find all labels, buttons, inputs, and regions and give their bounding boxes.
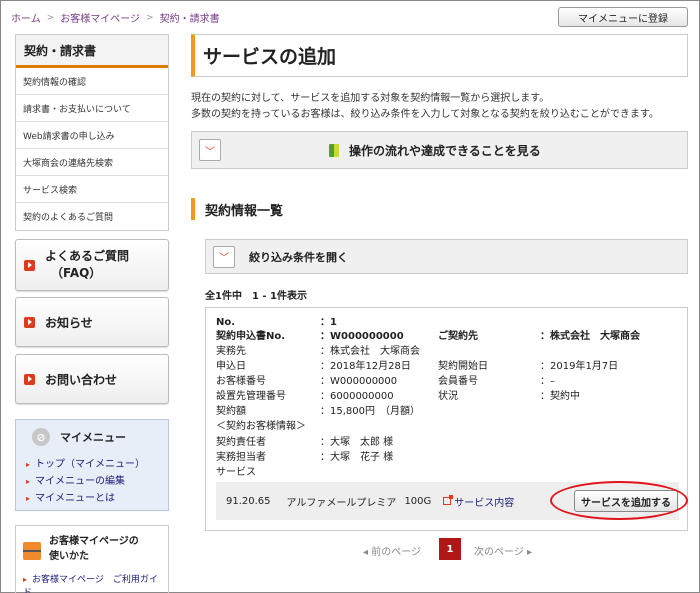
contract-card: No. ：1 契約申込書No. ：W000000000 ご契約先 ：株式会社 大… (205, 307, 688, 531)
faq-label-sub: （FAQ） (51, 266, 102, 280)
apply-date-value: ：2018年12月28日 (320, 361, 411, 372)
filter-toggle[interactable]: ﹀ 絞り込み条件を開く (205, 239, 688, 274)
start-date-label: 契約開始日 (438, 361, 488, 372)
responsible-label: 契約責任者 (216, 437, 266, 448)
faq-button[interactable]: よくあるご質問 （FAQ） (15, 239, 169, 291)
service-code: 91.20.65 (226, 495, 271, 507)
chevron-down-icon[interactable]: ﹀ (199, 139, 221, 161)
service-detail-link[interactable]: サービス内容 (443, 494, 514, 509)
sidebar-item-invoice[interactable]: 請求書・お支払いについて (16, 95, 168, 122)
arrow-right-icon (24, 373, 35, 385)
paperclip-icon: ⊘ (32, 428, 50, 446)
amount-value: ：15,800円 （月額） (320, 406, 420, 417)
service-row: 91.20.65 アルファメールプレミア 100G サービス内容 サービスを追加… (216, 482, 679, 520)
customer-value: ：株式会社 大塚商会 (540, 331, 640, 342)
status-value: ：契約中 (540, 391, 580, 402)
sidebar-item-contract-info[interactable]: 契約情報の確認 (16, 68, 168, 95)
pagination: ◂ 前のページ 1 次のページ ▸ (1, 538, 700, 560)
intro-line: 現在の契約に対して、サービスを追加する対象を契約情報一覧から選択します。 (191, 93, 550, 104)
sidebar-title: 契約・請求書 (16, 35, 168, 68)
next-page-label: 次のページ (474, 547, 524, 558)
breadcrumb: ホーム > お客様マイページ > 契約・請求書 (11, 10, 220, 26)
status-label: 状況 (438, 391, 458, 402)
sidebar-item-web-invoice[interactable]: Web請求書の申し込み (16, 122, 168, 149)
office-value: ：株式会社 大塚商会 (320, 346, 420, 357)
contact-button[interactable]: お問い合わせ (15, 354, 169, 404)
my-menu-about-link[interactable]: マイメニューとは (24, 489, 160, 504)
flow-toggle[interactable]: ﹀ 操作の流れや達成できることを見る (191, 131, 688, 169)
customer-no-label: お客様番号 (216, 376, 266, 387)
person-info-header: ＜契約お客様情報＞ (216, 421, 306, 432)
arrow-right-icon (24, 316, 35, 328)
sidebar-contract-menu: 契約・請求書 契約情報の確認 請求書・お支払いについて Web請求書の申し込み … (15, 34, 169, 231)
arrow-right-icon (24, 259, 35, 271)
amount-label: 契約額 (216, 406, 246, 417)
page-title: サービスの追加 (191, 34, 688, 77)
sidebar-item-contract-faq[interactable]: 契約のよくあるご質問 (16, 203, 168, 230)
customer-no-value: ：W000000000 (320, 376, 398, 387)
apply-date-label: 申込日 (216, 361, 246, 372)
service-size: 100G (404, 495, 432, 507)
intro-text: 現在の契約に対して、サービスを追加する対象を契約情報一覧から選択します。 多数の… (191, 91, 659, 123)
my-menu-box: ⊘ マイメニュー トップ（マイメニュー） マイメニューの編集 マイメニューとは (15, 419, 169, 511)
chevron-down-icon[interactable]: ﹀ (213, 245, 235, 268)
section-title: 契約情報一覧 (191, 198, 283, 220)
register-my-menu-button[interactable]: マイメニューに登録 (558, 7, 688, 27)
responsible-value: ：大塚 太郎 様 (320, 437, 394, 448)
member-no-label: 会員番号 (438, 376, 478, 387)
add-service-button[interactable]: サービスを追加する (574, 490, 678, 512)
sidebar-item-service-search[interactable]: サービス検索 (16, 176, 168, 203)
app-no-value: ：W000000000 (320, 331, 404, 342)
service-name: アルファメールプレミア (286, 497, 397, 509)
contact-label: お問い合わせ (45, 372, 118, 387)
usage-guide-link[interactable]: お客様マイページ ご利用ガイド (23, 572, 161, 593)
service-label: サービス (216, 467, 256, 478)
my-menu-edit-link[interactable]: マイメニューの編集 (24, 472, 160, 487)
intro-line: 多数の契約を持っているお客様は、絞り込み条件を入力して対象となる契約を絞り込むこ… (191, 109, 659, 120)
service-detail-label: サービス内容 (454, 497, 515, 509)
app-no-label: 契約申込書No. (216, 331, 286, 342)
my-menu-title: マイメニュー (60, 431, 126, 444)
book-icon (329, 143, 339, 157)
sidebar-item-contact-search[interactable]: 大塚商会の連絡先検索 (16, 149, 168, 176)
office-label: 実務先 (216, 346, 246, 357)
chevron-right-icon: > (146, 12, 154, 23)
breadcrumb-contract[interactable]: 契約・請求書 (160, 10, 220, 25)
external-link-icon (443, 495, 454, 505)
next-page-link[interactable]: 次のページ ▸ (474, 543, 532, 558)
place-no-label: 設置先管理番号 (216, 391, 286, 402)
prev-page-label: 前のページ (371, 547, 422, 558)
staff-label: 実務担当者 (216, 452, 266, 463)
news-button[interactable]: お知らせ (15, 297, 169, 347)
chevron-right-icon: > (46, 12, 55, 23)
my-menu-top-link[interactable]: トップ（マイメニュー） (24, 455, 160, 470)
filter-label: 絞り込み条件を開く (249, 250, 348, 264)
no-label: No. (216, 317, 236, 328)
faq-label: よくあるご質問 (45, 249, 130, 263)
place-no-value: ：6000000000 (320, 391, 394, 402)
news-label: お知らせ (45, 315, 93, 330)
no-value: ：1 (320, 317, 337, 328)
current-page[interactable]: 1 (439, 538, 461, 560)
breadcrumb-mypage[interactable]: お客様マイページ (60, 10, 140, 25)
flow-label: 操作の流れや達成できることを見る (349, 143, 541, 158)
staff-value: ：大塚 花子 様 (320, 452, 394, 463)
result-count: 全1件中 1 - 1件表示 (205, 291, 307, 302)
start-date-value: ：2019年1月7日 (540, 361, 619, 372)
member-no-value: ：– (540, 376, 555, 387)
breadcrumb-home[interactable]: ホーム (11, 10, 41, 25)
customer-label: ご契約先 (438, 331, 478, 342)
prev-page-link[interactable]: ◂ 前のページ (363, 543, 421, 558)
